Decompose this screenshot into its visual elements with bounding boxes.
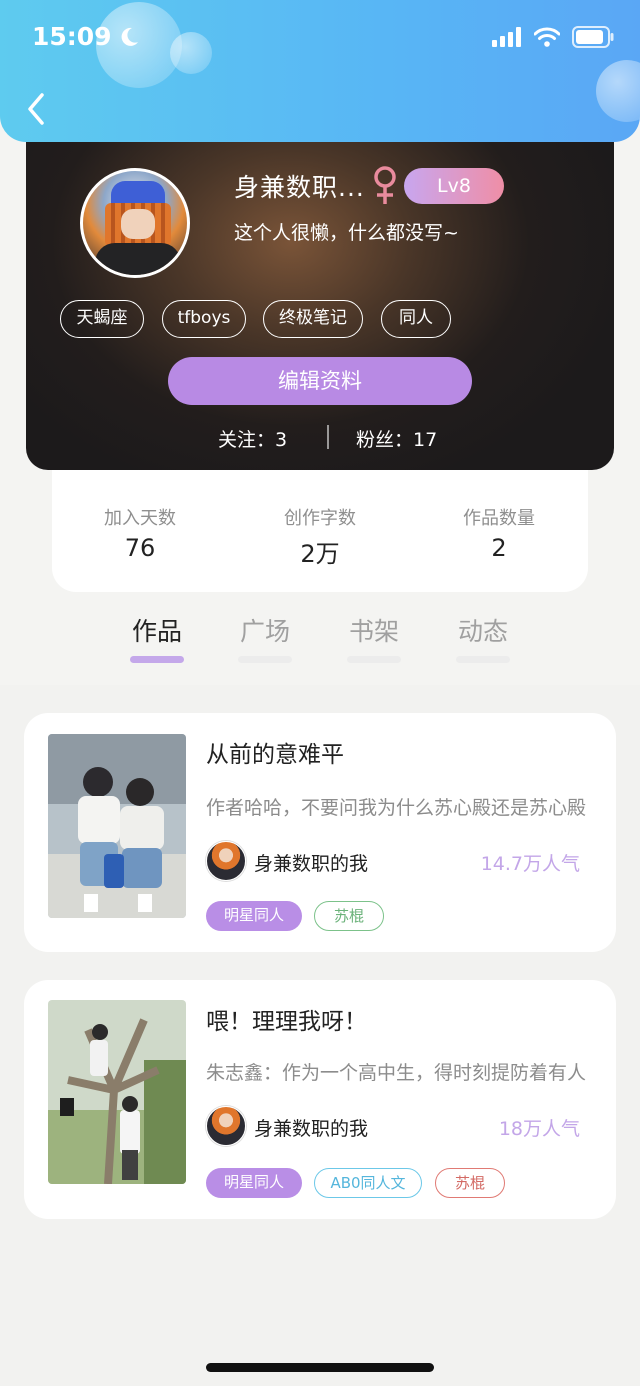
profile-tag[interactable]: tfboys: [162, 300, 246, 338]
profile-tag[interactable]: 天蝎座: [60, 300, 144, 338]
work-tag[interactable]: 明星同人: [206, 901, 302, 931]
popularity-count: 14.7万人气: [480, 853, 580, 875]
status-icons: [492, 26, 614, 48]
profile-avatar[interactable]: [80, 168, 190, 278]
tab-indicator: [347, 656, 401, 663]
back-arrow-icon[interactable]: [22, 90, 52, 128]
author-avatar[interactable]: [206, 1106, 246, 1146]
header-bar: 15:09: [0, 0, 640, 142]
signal-icon: [492, 27, 521, 47]
status-time: 15:09: [32, 22, 140, 51]
edit-profile-button[interactable]: 编辑资料: [168, 357, 472, 405]
stat-label: 作品数量: [463, 508, 535, 529]
stat-label: 创作字数: [284, 508, 356, 529]
clock-text: 15:09: [32, 22, 112, 51]
female-icon: [374, 166, 396, 204]
profile-tag[interactable]: 终极笔记: [263, 300, 363, 338]
stat-label: 加入天数: [104, 508, 176, 529]
stat-value: 2万: [300, 540, 340, 568]
work-tag[interactable]: 苏棍: [435, 1168, 505, 1198]
divider: [327, 425, 329, 449]
tab-square[interactable]: 广场: [238, 612, 292, 648]
work-tag[interactable]: 明星同人: [206, 1168, 302, 1198]
tab-works[interactable]: 作品: [130, 612, 184, 648]
tab-indicator: [238, 656, 292, 663]
stat-value: 2: [491, 534, 507, 562]
tab-activity[interactable]: 动态: [456, 612, 510, 648]
stat-works-count: 作品数量 2: [419, 504, 579, 562]
stat-join-days: 加入天数 76: [60, 504, 220, 562]
username: 身兼数职...: [234, 173, 365, 202]
work-title[interactable]: 从前的意难平: [206, 735, 344, 769]
author-name[interactable]: 身兼数职的我: [254, 1114, 368, 1141]
followers-count[interactable]: 粉丝：17: [356, 425, 437, 452]
work-cover-image: [48, 734, 186, 918]
user-bio: 这个人很懒，什么都没写~: [234, 222, 459, 244]
work-cover-image: [48, 1000, 186, 1184]
author-avatar[interactable]: [206, 841, 246, 881]
tab-bookshelf[interactable]: 书架: [347, 612, 401, 648]
tab-indicator-active: [130, 656, 184, 663]
work-title[interactable]: 喂！理理我呀！: [206, 1002, 367, 1036]
moon-icon: [121, 27, 138, 46]
follow-stats: 关注：3 粉丝：17: [0, 423, 640, 453]
decor-bubble: [170, 32, 212, 74]
work-card[interactable]: 喂！理理我呀！ 朱志鑫：作为一个高中生，得时刻提防着有人 身兼数职的我 18万人…: [24, 980, 616, 1219]
following-count[interactable]: 关注：3: [218, 425, 287, 452]
tab-indicator: [456, 656, 510, 663]
home-indicator[interactable]: [206, 1363, 434, 1372]
work-description: 朱志鑫：作为一个高中生，得时刻提防着有人: [206, 1062, 586, 1084]
stat-value: 76: [124, 534, 156, 562]
wifi-icon: [534, 27, 560, 47]
work-description: 作者哈哈，不要问我为什么苏心殿还是苏心殿: [206, 797, 586, 819]
author-name[interactable]: 身兼数职的我: [254, 849, 368, 876]
work-tag[interactable]: 苏棍: [314, 901, 384, 931]
profile-tag[interactable]: 同人: [381, 300, 451, 338]
stat-word-count: 创作字数 2万: [240, 504, 400, 569]
work-tag[interactable]: AB0同人文: [314, 1168, 422, 1198]
level-badge: Lv8: [404, 168, 504, 204]
battery-icon: [572, 26, 614, 48]
decor-bubble: [596, 60, 640, 122]
popularity-count: 18万人气: [498, 1118, 580, 1140]
work-card[interactable]: 从前的意难平 作者哈哈，不要问我为什么苏心殿还是苏心殿 身兼数职的我 14.7万…: [24, 713, 616, 952]
